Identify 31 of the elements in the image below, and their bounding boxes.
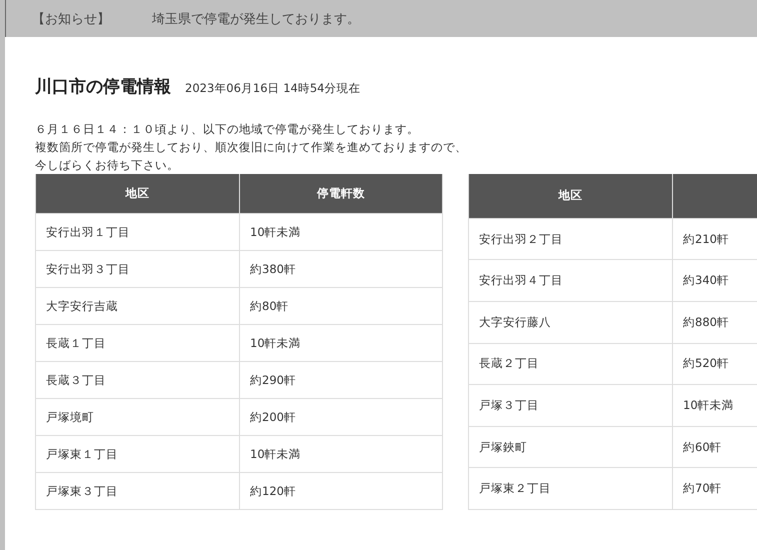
table-cell: 大字安行藤八 (468, 302, 672, 344)
table-cell: 戸塚東３丁目 (36, 472, 240, 510)
table-cell: 戸塚３丁目 (468, 384, 672, 426)
table-cell: 約120軒 (240, 472, 442, 510)
notice-message: 埼玉県で停電が発生しております。 (152, 10, 360, 28)
timestamp: 2023年06月16日 14時54分現在 (185, 81, 360, 96)
table-cell: 10軒未満 (240, 324, 442, 362)
column-header: 地区 (36, 174, 240, 214)
table-cell: 安行出羽２丁目 (468, 218, 672, 260)
page-title: 川口市の停電情報 (35, 76, 171, 98)
table-cell: 安行出羽３丁目 (36, 250, 240, 288)
table-cell: 安行出羽４丁目 (468, 260, 672, 302)
notice-label: 【お知らせ】 (32, 10, 111, 28)
table-cell: 戸塚東２丁目 (468, 468, 672, 510)
table-cell: 大字安行吉蔵 (36, 288, 240, 324)
table-cell: 長蔵２丁目 (468, 343, 672, 385)
table-cell: 戸塚境町 (36, 398, 240, 436)
table-cell: 約380軒 (240, 250, 442, 288)
table-cell: 長蔵３丁目 (36, 362, 240, 398)
table-cell: 長蔵１丁目 (36, 324, 240, 362)
table-cell: 10軒未満 (240, 436, 442, 472)
description: ６月１６日１４：１０頃より、以下の地域で停電が発生しております。 複数箇所で停電が発生しており、順次復旧に向けて作業を進めておりますので、 今しばらくお待ち下さい。 (35, 121, 468, 174)
column-header: 停電軒数 (240, 174, 442, 214)
table-cell: 10軒未満 (240, 214, 442, 250)
table-cell: 約200軒 (240, 398, 442, 436)
table-cell: 安行出羽１丁目 (36, 214, 240, 250)
table-cell: 約80軒 (240, 288, 442, 324)
table-cell: 戸塚鋏町 (468, 426, 672, 468)
table-cell: 戸塚東１丁目 (36, 436, 240, 472)
column-header: 地区 (468, 174, 672, 218)
table-cell: 約290軒 (240, 362, 442, 398)
